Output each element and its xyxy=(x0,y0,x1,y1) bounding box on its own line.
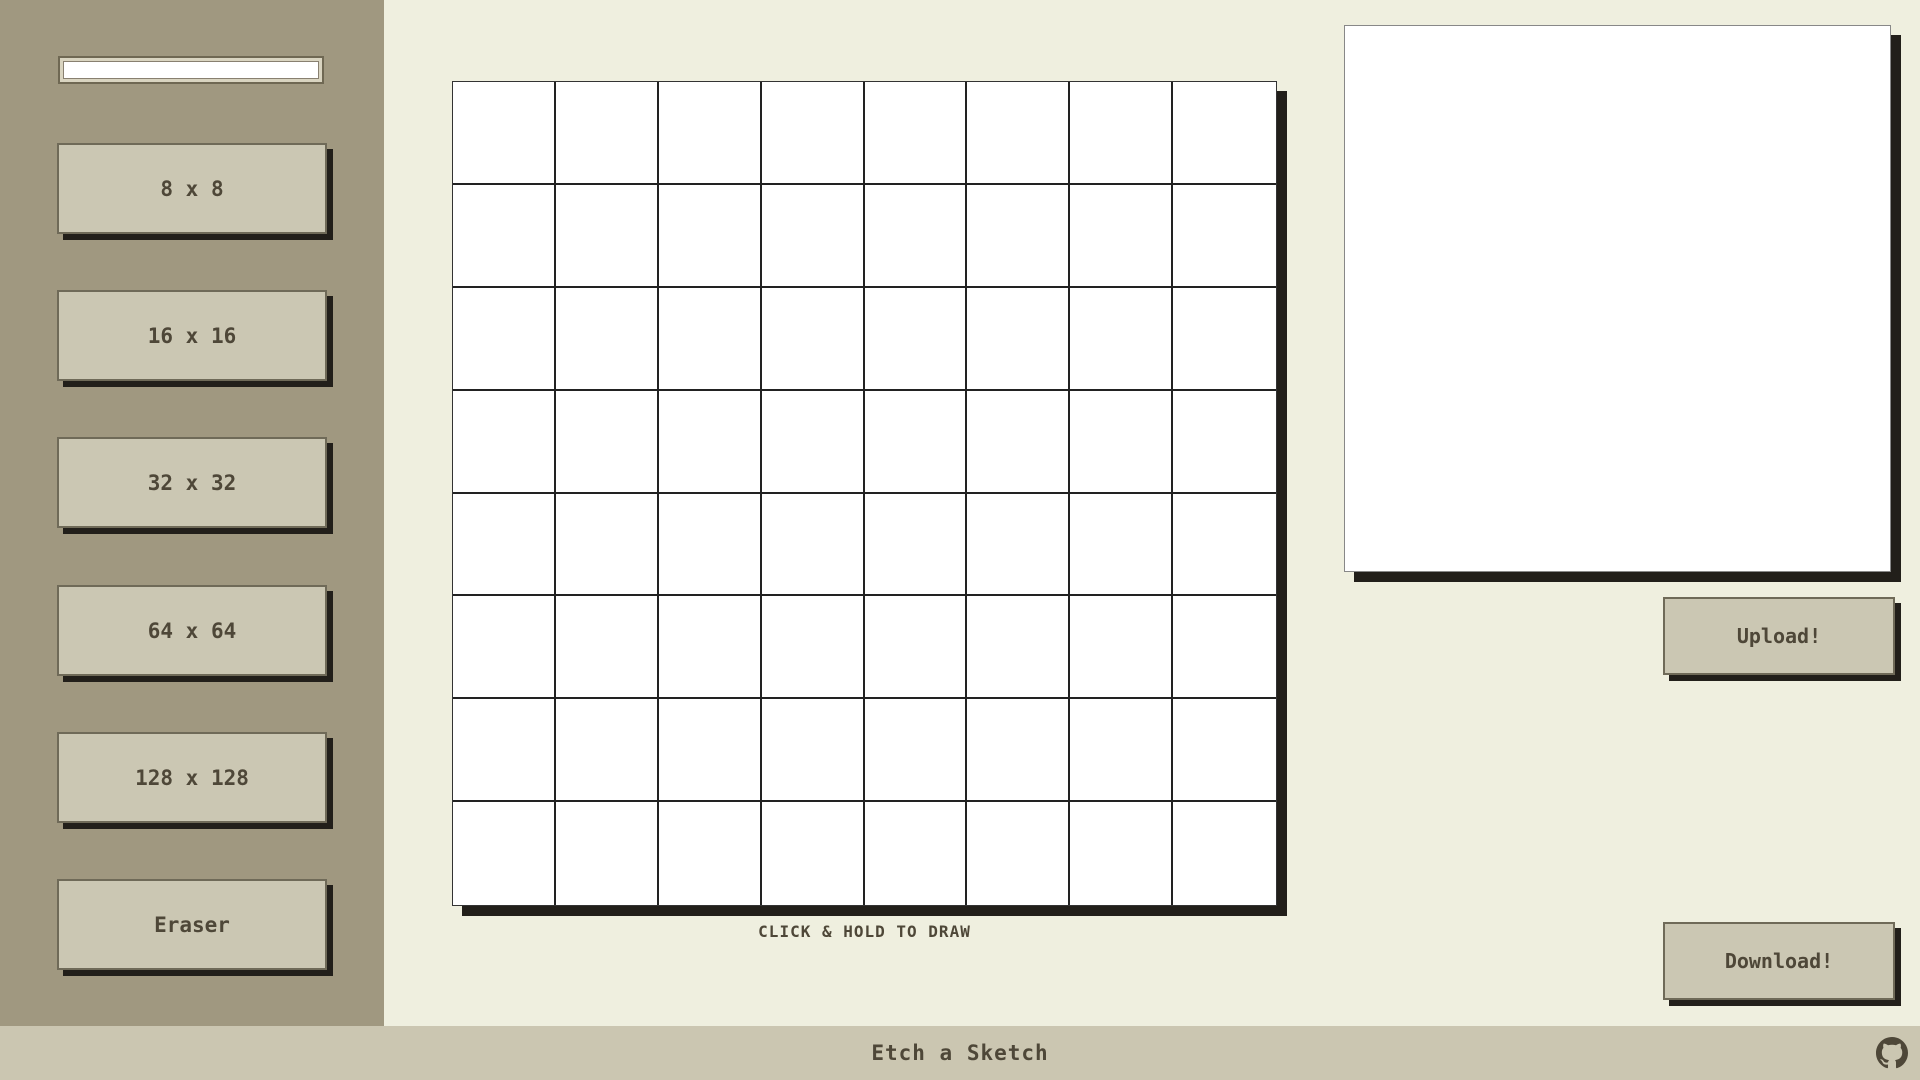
grid-cell[interactable] xyxy=(555,596,659,700)
footer: Etch a Sketch xyxy=(0,1026,1920,1080)
grid-cell[interactable] xyxy=(761,287,865,391)
grid-cell[interactable] xyxy=(1173,596,1276,700)
grid-cell[interactable] xyxy=(453,184,556,288)
app: 8 x 8 16 x 16 32 x 32 64 x 64 128 x 128 … xyxy=(0,0,1920,1080)
grid-cell[interactable] xyxy=(1070,596,1174,700)
grid-cell[interactable] xyxy=(555,390,659,494)
image-preview xyxy=(1344,25,1891,572)
download-label: Download! xyxy=(1724,949,1834,973)
grid-cell[interactable] xyxy=(555,699,659,803)
grid-cell[interactable] xyxy=(761,493,865,597)
eraser-label: Eraser xyxy=(154,912,230,937)
grid-16x16-label: 16 x 16 xyxy=(147,323,237,348)
grid-cell[interactable] xyxy=(1173,802,1276,905)
grid-cell[interactable] xyxy=(453,802,556,905)
grid-cell[interactable] xyxy=(967,287,1071,391)
grid-cell[interactable] xyxy=(1173,82,1276,185)
grid-cell[interactable] xyxy=(658,699,762,803)
grid-cell[interactable] xyxy=(1173,493,1276,597)
grid-cell[interactable] xyxy=(1070,287,1174,391)
download-button[interactable]: Download! xyxy=(1663,922,1895,1000)
grid-cell[interactable] xyxy=(1070,802,1174,905)
drawing-grid[interactable] xyxy=(452,81,1277,906)
grid-cell[interactable] xyxy=(761,184,865,288)
grid-cell[interactable] xyxy=(658,596,762,700)
grid-32x32-button[interactable]: 32 x 32 xyxy=(57,437,327,528)
footer-title: Etch a Sketch xyxy=(871,1041,1049,1065)
grid-cell[interactable] xyxy=(864,184,968,288)
grid-cell[interactable] xyxy=(967,802,1071,905)
grid-cell[interactable] xyxy=(761,596,865,700)
grid-cell[interactable] xyxy=(658,287,762,391)
color-picker-input[interactable] xyxy=(58,56,324,84)
grid-cell[interactable] xyxy=(453,493,556,597)
grid-cell[interactable] xyxy=(967,184,1071,288)
color-swatch xyxy=(63,61,319,79)
grid-cell[interactable] xyxy=(967,493,1071,597)
grid-8x8-label: 8 x 8 xyxy=(160,176,224,201)
upload-button[interactable]: Upload! xyxy=(1663,597,1895,675)
grid-cell[interactable] xyxy=(1070,390,1174,494)
grid-cell[interactable] xyxy=(453,596,556,700)
upload-label: Upload! xyxy=(1736,624,1822,648)
grid-cell[interactable] xyxy=(1070,699,1174,803)
grid-cell[interactable] xyxy=(864,287,968,391)
grid-cell[interactable] xyxy=(864,699,968,803)
grid-64x64-button[interactable]: 64 x 64 xyxy=(57,585,327,676)
grid-cell[interactable] xyxy=(864,596,968,700)
grid-cell[interactable] xyxy=(761,82,865,185)
grid-cell[interactable] xyxy=(967,699,1071,803)
grid-8x8-button[interactable]: 8 x 8 xyxy=(57,143,327,234)
grid-cell[interactable] xyxy=(1070,82,1174,185)
grid-64x64-label: 64 x 64 xyxy=(147,618,237,643)
grid-cell[interactable] xyxy=(555,287,659,391)
grid-cell[interactable] xyxy=(1070,493,1174,597)
grid-cell[interactable] xyxy=(1173,390,1276,494)
grid-cell[interactable] xyxy=(1173,287,1276,391)
grid-cell[interactable] xyxy=(658,82,762,185)
grid-cell[interactable] xyxy=(555,493,659,597)
grid-cell[interactable] xyxy=(453,390,556,494)
grid-cell[interactable] xyxy=(453,287,556,391)
grid-128x128-label: 128 x 128 xyxy=(135,765,249,790)
grid-cell[interactable] xyxy=(555,184,659,288)
grid-cell[interactable] xyxy=(864,390,968,494)
grid-cell[interactable] xyxy=(761,802,865,905)
grid-cell[interactable] xyxy=(453,82,556,185)
grid-cell[interactable] xyxy=(555,82,659,185)
grid-32x32-label: 32 x 32 xyxy=(147,470,237,495)
grid-cell[interactable] xyxy=(1173,699,1276,803)
grid-cell[interactable] xyxy=(967,390,1071,494)
grid-cell[interactable] xyxy=(555,802,659,905)
grid-cell[interactable] xyxy=(864,493,968,597)
grid-cell[interactable] xyxy=(453,699,556,803)
grid-cell[interactable] xyxy=(658,184,762,288)
drawing-canvas[interactable] xyxy=(452,81,1277,906)
grid-cell[interactable] xyxy=(967,596,1071,700)
draw-hint: CLICK & HOLD TO DRAW xyxy=(758,922,971,941)
grid-cell[interactable] xyxy=(658,802,762,905)
grid-cell[interactable] xyxy=(864,82,968,185)
grid-16x16-button[interactable]: 16 x 16 xyxy=(57,290,327,381)
grid-cell[interactable] xyxy=(761,390,865,494)
grid-cell[interactable] xyxy=(1070,184,1174,288)
grid-cell[interactable] xyxy=(967,82,1071,185)
grid-128x128-button[interactable]: 128 x 128 xyxy=(57,732,327,823)
grid-cell[interactable] xyxy=(658,390,762,494)
grid-cell[interactable] xyxy=(1173,184,1276,288)
eraser-button[interactable]: Eraser xyxy=(57,879,327,970)
grid-cell[interactable] xyxy=(864,802,968,905)
github-icon[interactable] xyxy=(1876,1037,1908,1069)
grid-cell[interactable] xyxy=(761,699,865,803)
sidebar: 8 x 8 16 x 16 32 x 32 64 x 64 128 x 128 … xyxy=(0,0,384,1026)
grid-cell[interactable] xyxy=(658,493,762,597)
